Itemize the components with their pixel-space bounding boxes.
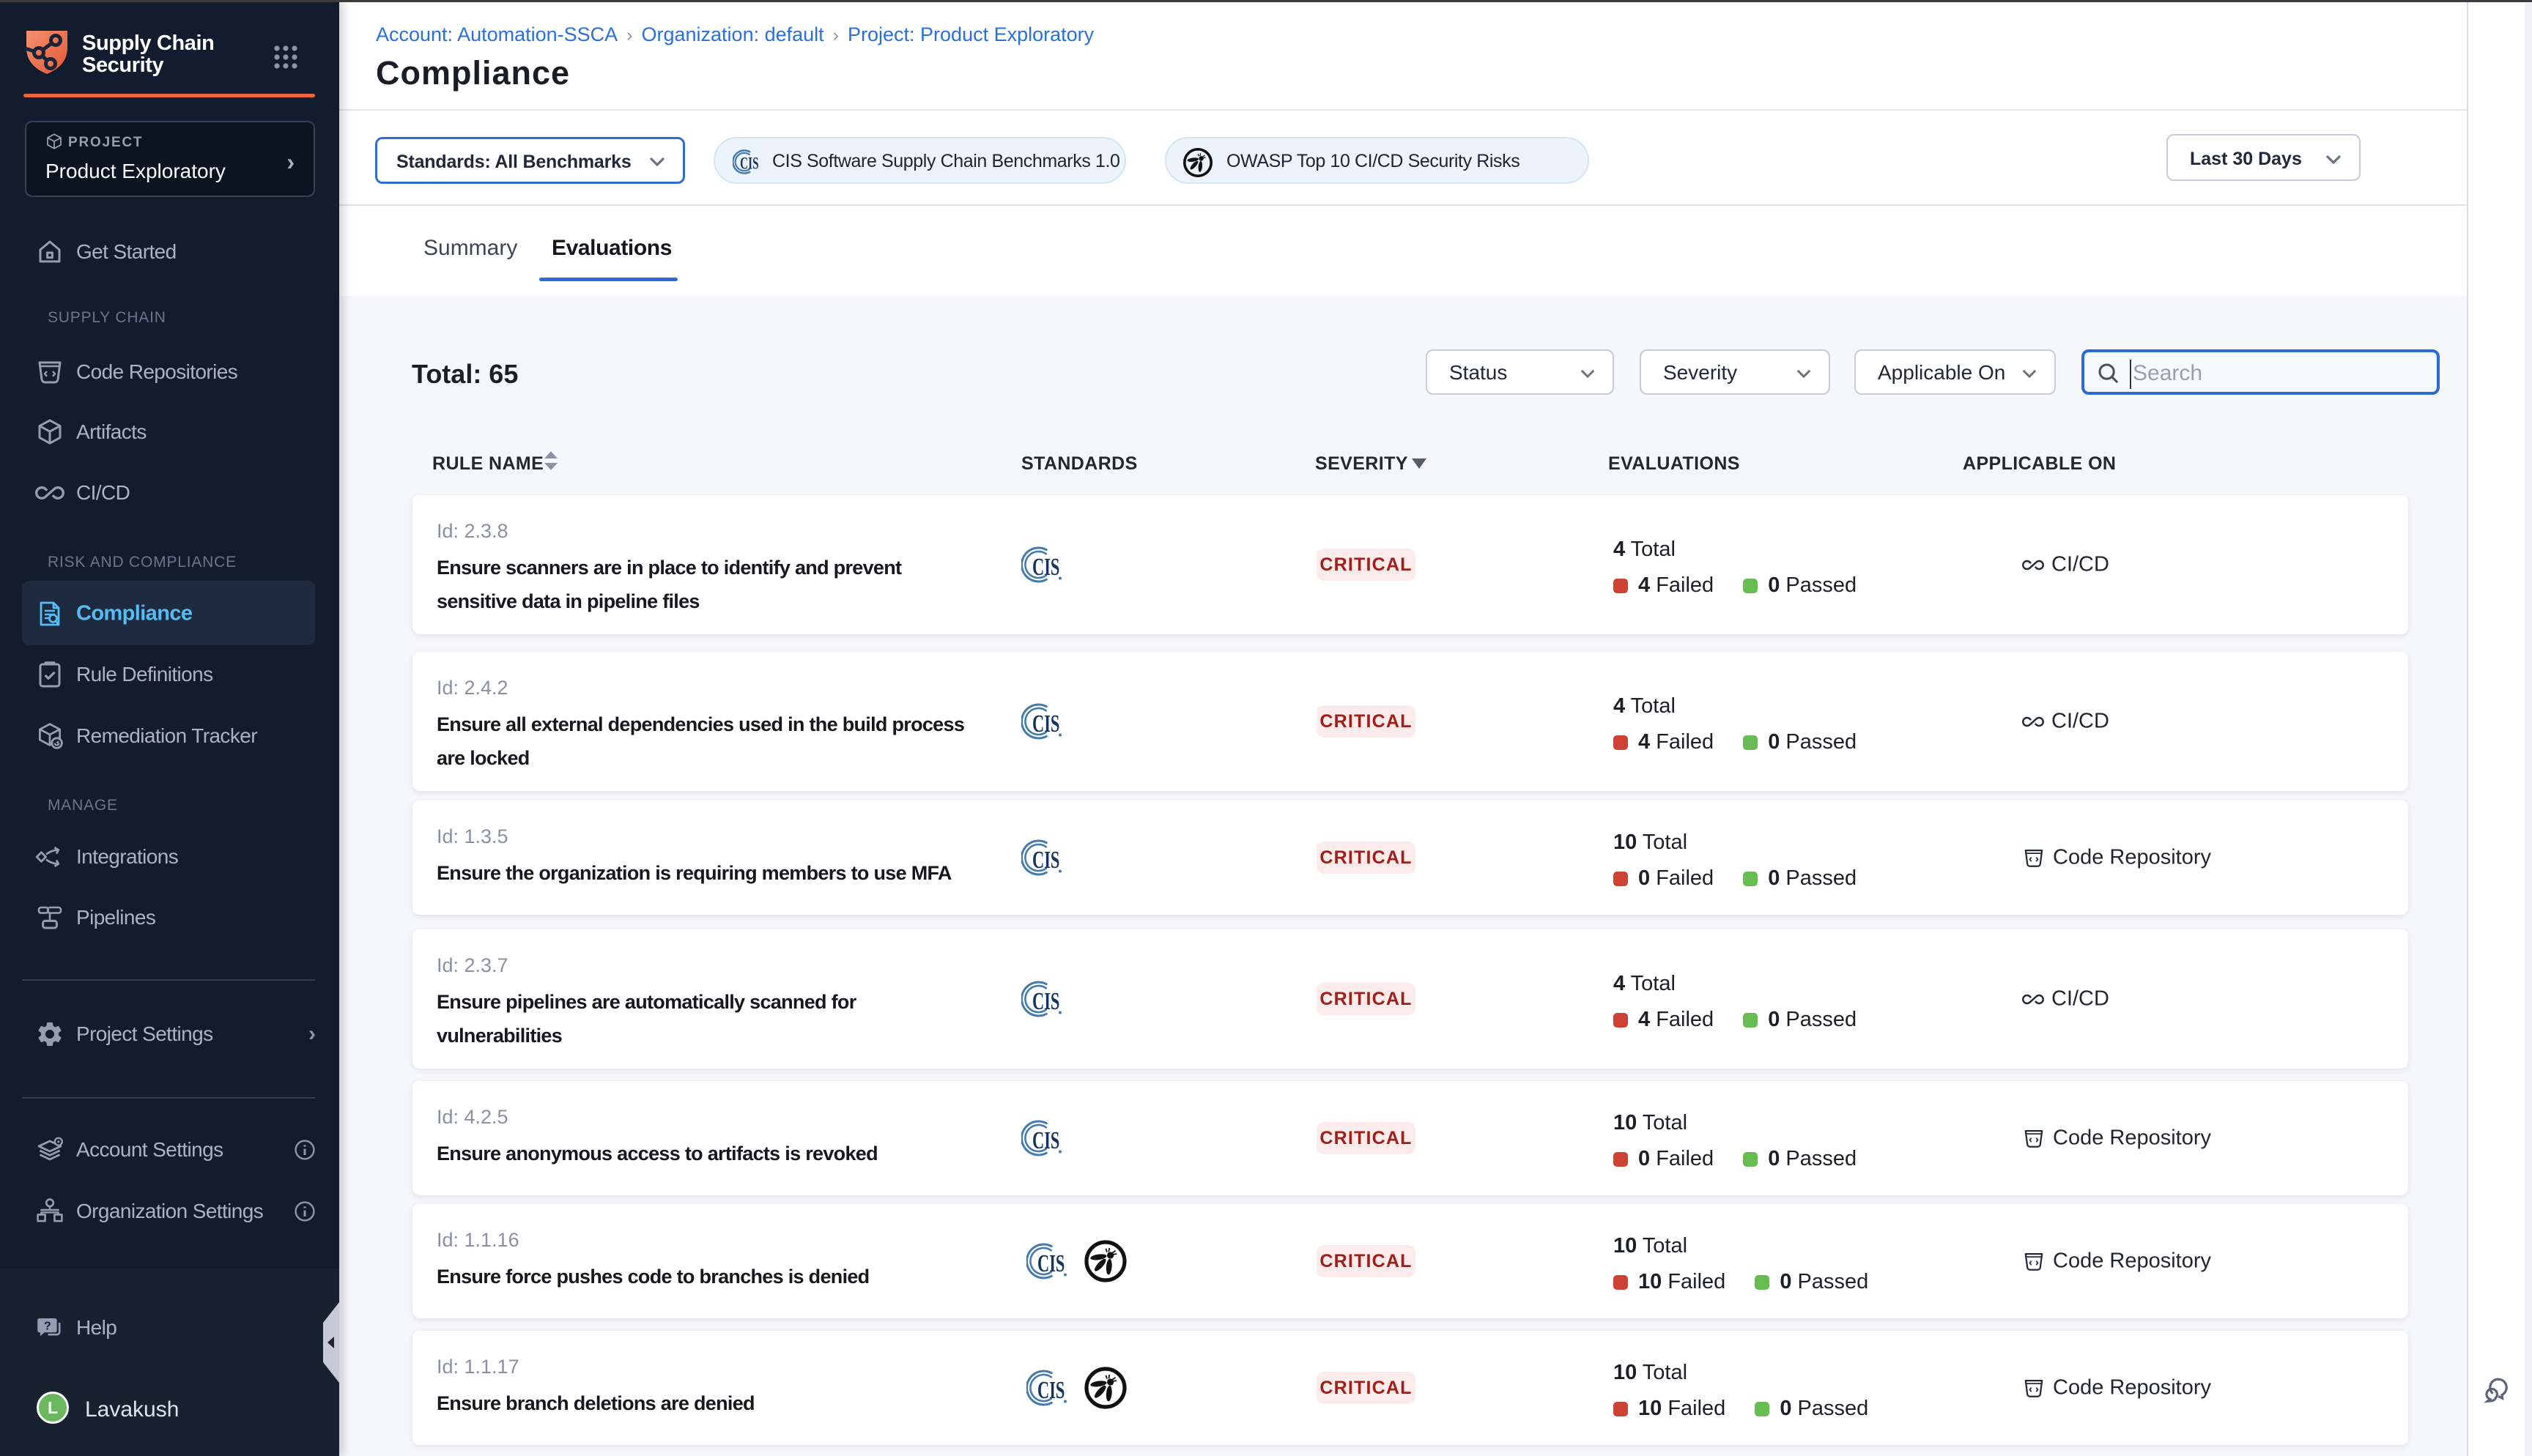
svg-text:?: ? <box>44 1320 51 1332</box>
svg-text:CIS: CIS <box>740 155 758 174</box>
svg-text:CIS: CIS <box>1037 1376 1065 1404</box>
svg-text:CIS: CIS <box>1032 553 1059 581</box>
svg-text:CIS: CIS <box>1037 1249 1065 1277</box>
svg-text:CIS: CIS <box>1032 987 1059 1015</box>
svg-text:CIS: CIS <box>1032 846 1059 874</box>
svg-text:CIS: CIS <box>1032 1126 1059 1154</box>
svg-text:CIS: CIS <box>1032 710 1059 738</box>
